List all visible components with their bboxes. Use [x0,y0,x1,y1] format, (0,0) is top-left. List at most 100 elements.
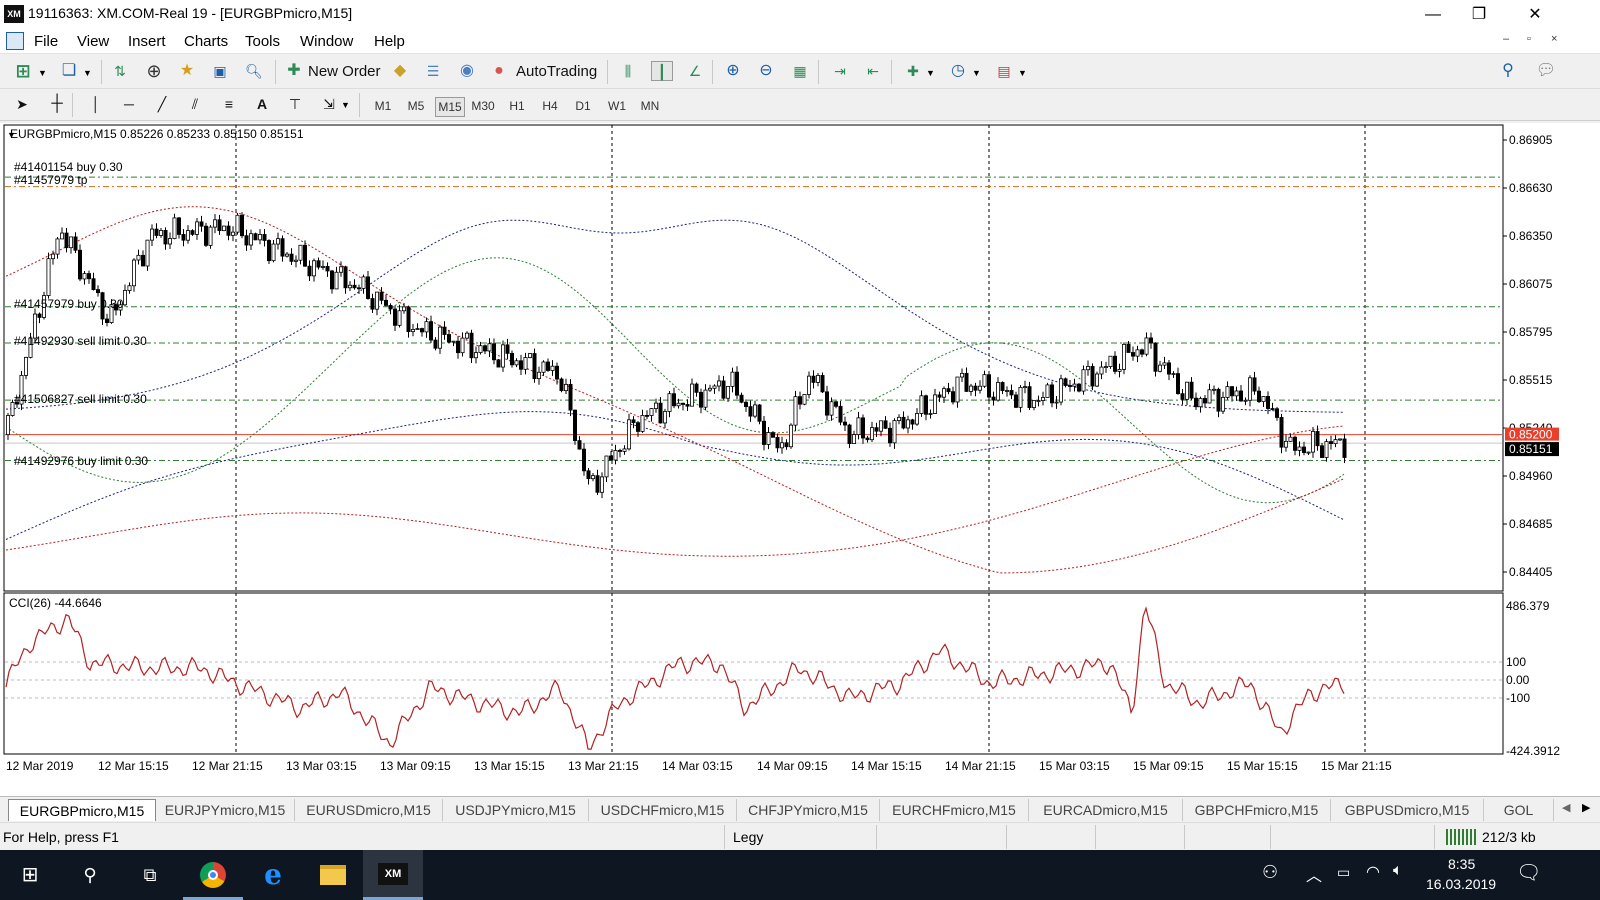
fibonacci-icon[interactable]: ≡ [218,94,240,114]
xm-terminal-taskbar-button[interactable]: XM [363,850,423,900]
toolbar-separator [607,60,608,84]
chart-tab[interactable]: EURCHFmicro,M15 [880,799,1029,821]
notifications-icon[interactable]: 🗨︎ [1516,860,1541,885]
menu-file[interactable]: File [34,33,58,50]
line-chart-icon[interactable]: ∠ [684,61,706,81]
autotrading-button[interactable]: ● AutoTrading [488,60,600,84]
text-label-icon[interactable]: ⊤ [284,94,306,114]
scroll-right-icon[interactable]: ▶ [1582,801,1590,814]
text-icon[interactable]: A [251,94,273,114]
horizontal-line-icon[interactable]: ─ [118,94,140,114]
clock-time[interactable]: 8:35 [1448,856,1475,872]
chart-tab[interactable]: EURCADmicro,M15 [1029,799,1183,821]
mdi-close-button[interactable]: × [1551,33,1557,45]
crosshair-icon[interactable]: ┼ [46,94,68,114]
chart-window[interactable]: EURGBPmicro,M15 0.85226 0.85233 0.85150 … [0,123,1600,796]
zoom-in-icon[interactable]: ⊕ [722,61,744,81]
menu-tools[interactable]: Tools [245,33,280,50]
timeframe-m5[interactable]: M5 [401,97,431,115]
channel-icon[interactable]: ⫽ [184,94,206,114]
wifi-icon[interactable]: ◠ [1366,862,1380,882]
timeframe-d1[interactable]: D1 [568,97,598,115]
timeframe-h4[interactable]: H4 [535,97,565,115]
cursor-icon[interactable]: ➤ [11,94,33,114]
periods-icon[interactable]: ◷ [947,61,969,81]
candlestick-chart-icon[interactable]: ┃ [651,61,673,81]
chart-tab[interactable]: GBPCHFmicro,M15 [1183,799,1331,821]
favorites-icon[interactable]: ★ [176,61,198,81]
chart-shift-icon[interactable]: ⇤ [862,61,884,81]
search-icon[interactable]: ⚲ [60,850,120,900]
auto-scroll-icon[interactable]: ⇥ [829,61,851,81]
volume-muted-icon[interactable]: 🔈︎ [1393,862,1403,880]
battery-icon[interactable]: ▭ [1337,864,1350,881]
menu-view[interactable]: View [77,33,109,50]
candle-body [257,234,262,241]
timeframe-m30[interactable]: M30 [468,97,498,115]
windows-start-icon[interactable]: ⊞ [0,850,60,900]
chart-tab[interactable]: CHFJPYmicro,M15 [737,799,880,821]
chart-tab[interactable]: GOL [1484,799,1554,821]
terminal-icon[interactable]: ▣ [209,61,231,81]
vertical-line-icon[interactable]: │ [85,94,107,114]
minimize-button[interactable]: — [1410,0,1456,29]
edge-icon[interactable]: e [243,850,303,900]
chevron-down-icon[interactable]: ▼ [83,68,92,78]
templates-icon[interactable]: ▤ [993,61,1015,81]
signals-icon[interactable]: ☰ [422,61,444,81]
new-chart-icon[interactable]: ⊞ [12,61,34,81]
chevron-down-icon[interactable]: ▼ [1018,68,1027,78]
chart-tab[interactable]: GBPUSDmicro,M15 [1331,799,1484,821]
timeframe-m15[interactable]: M15 [435,97,465,117]
close-button[interactable]: ✕ [1512,0,1558,29]
arrows-icon[interactable]: ⇲ [318,94,340,114]
chevron-down-icon[interactable]: ▼ [341,100,350,110]
chart-tab[interactable]: EURGBPmicro,M15 [8,799,156,821]
chart-tab[interactable]: USDJPYmicro,M15 [443,799,589,821]
chart-tab[interactable]: EURUSDmicro,M15 [295,799,443,821]
chevron-up-icon[interactable]: ︿ [1306,862,1322,886]
task-view-icon[interactable]: ⧉ [120,850,180,900]
timeframe-w1[interactable]: W1 [602,97,632,115]
chevron-down-icon[interactable]: ▼ [926,68,935,78]
toolbar-separator [712,60,713,84]
menu-window[interactable]: Window [300,33,353,50]
candle-body [149,228,154,241]
market-watch-icon[interactable]: ⇅ [109,61,131,81]
chart-tab[interactable]: EURJPYmicro,M15 [156,799,295,821]
chevron-down-icon[interactable]: ▼ [972,68,981,78]
people-icon[interactable]: ⚇ [1262,862,1278,883]
file-explorer-icon[interactable] [303,850,363,900]
scroll-left-icon[interactable]: ◀ [1562,801,1570,814]
search-icon[interactable]: ⚲ [1497,61,1519,81]
strategy-tester-icon[interactable]: 🔍︎ [243,61,265,81]
chart-canvas[interactable]: EURGBPmicro,M15 0.85226 0.85233 0.85150 … [0,123,1600,796]
profiles-icon[interactable]: ❏ [58,61,80,81]
mdi-restore-button[interactable]: ▫ [1527,33,1531,45]
menu-help[interactable]: Help [374,33,405,50]
clock-date[interactable]: 16.03.2019 [1426,876,1496,892]
chat-icon[interactable]: 💬︎ [1535,61,1557,81]
candle-body [361,276,366,289]
zoom-out-icon[interactable]: ⊖ [755,61,777,81]
chart-tab[interactable]: USDCHFmicro,M15 [589,799,737,821]
menu-insert[interactable]: Insert [128,33,166,50]
experts-icon[interactable]: ◆ [389,61,411,81]
market-icon[interactable]: ◉ [456,61,478,81]
chevron-down-icon[interactable]: ▼ [38,68,47,78]
candle-body [131,259,136,287]
tile-windows-icon[interactable]: ▦ [789,61,811,81]
restore-button[interactable]: ❐ [1456,0,1502,29]
chrome-icon[interactable] [183,850,243,900]
timeframe-h1[interactable]: H1 [502,97,532,115]
candle-body [302,244,307,267]
indicators-icon[interactable]: ✚ [902,61,924,81]
menu-charts[interactable]: Charts [184,33,228,50]
crosshair-navigator-icon[interactable]: ⊕ [143,61,165,81]
timeframe-mn[interactable]: MN [635,97,665,115]
trendline-icon[interactable]: ╱ [151,94,173,114]
bar-chart-icon[interactable]: ⫼ [617,61,639,81]
mdi-minimize-button[interactable]: – [1503,33,1509,45]
timeframe-m1[interactable]: M1 [368,97,398,115]
new-order-button[interactable]: ✚ New Order [283,60,383,84]
